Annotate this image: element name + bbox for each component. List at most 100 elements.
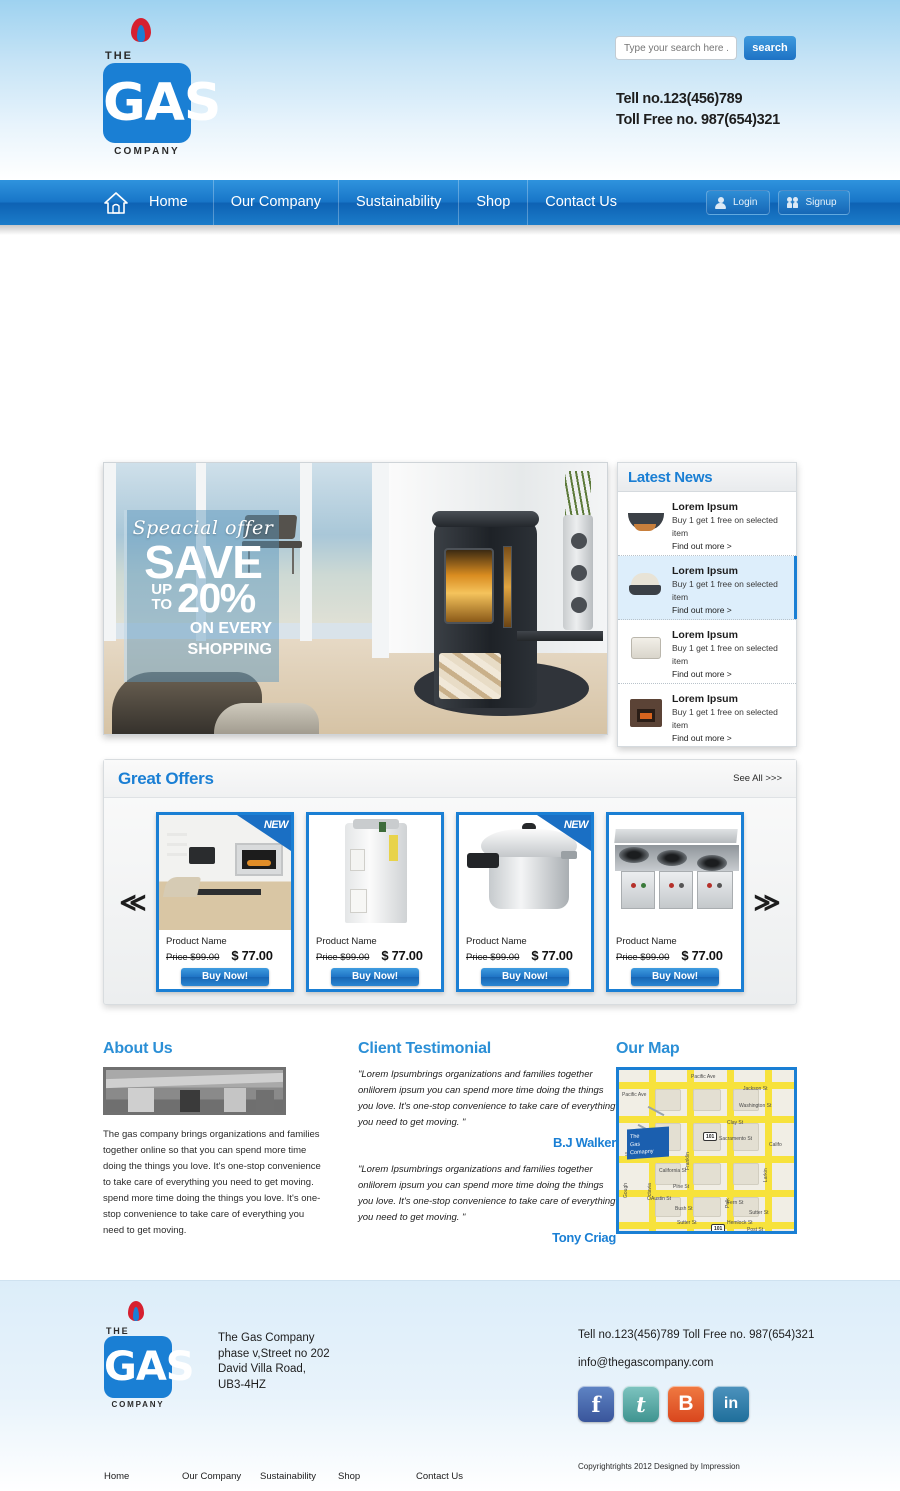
product-name: Product Name [316,935,377,947]
nav-item-contact-us[interactable]: Contact Us [527,180,634,225]
map-street-label: Califo [769,1142,782,1148]
map-street-label: Pacific Ave [691,1074,716,1080]
copyright-text: Copyrightrights 2012 Designed by Impress… [578,1462,740,1471]
hero-up-text: UP [151,581,173,598]
nav-item-shop[interactable]: Shop [458,180,527,225]
site-header: THE GAS COMPANY search Tell no.123(456)7… [0,0,900,180]
logo[interactable]: THE GAS COMPANY [103,18,221,157]
nav-item-home[interactable]: Home [137,180,213,225]
buy-now-button[interactable]: Buy Now! [481,967,569,986]
news-item-link[interactable]: Find out more > [672,668,788,681]
map-street-label: Pine St [673,1184,690,1190]
map-street-label: Austin St [651,1196,672,1202]
signup-button[interactable]: Signup [778,190,850,215]
footer-link-our-company[interactable]: Our Company [182,1471,260,1482]
footer-logo-gas: GAS [104,1336,195,1398]
product-name: Product Name [616,935,677,947]
client-testimonial-section: Client Testimonial "Lorem Ipsumbrings or… [358,1040,616,1255]
flame-icon [131,18,151,44]
map-street-label: Larkin [763,1168,769,1182]
blogger-icon[interactable]: B [668,1386,704,1422]
map-street-label: Pacific Ave [622,1092,647,1098]
news-item-link[interactable]: Find out more > [672,604,788,617]
facebook-icon[interactable]: f [578,1386,614,1422]
news-item-title: Lorem Ipsum [672,693,738,705]
our-map-section: Our Map Pacific Ave Pacific Ave Jackson … [616,1040,797,1255]
map-street-label: Sacramento St [719,1136,753,1142]
map-street-label: Octavia [647,1183,653,1200]
users-icon [787,196,799,209]
chevron-left-icon[interactable]: ≪ [116,889,150,915]
hero-row: Speacial offer SAVE UP TO 20% ON EVERY S… [103,462,797,747]
news-item-link[interactable]: Find out more > [672,540,788,553]
nav-item-our-company[interactable]: Our Company [212,180,338,225]
footer-email[interactable]: info@thegascompany.com [578,1357,814,1369]
product-card[interactable]: NEW Product Name Price $99.00 $ 77.00 Bu… [456,811,594,992]
testimonial-item: "Lorem Ipsumbrings organizations and fam… [358,1067,616,1150]
news-item-title: Lorem Ipsum [672,565,738,577]
product-old-price: Price $99.00 [616,951,670,963]
twitter-icon[interactable]: t [623,1386,659,1422]
hero-banner[interactable]: Speacial offer SAVE UP TO 20% ON EVERY S… [103,462,608,735]
footer-contact: Tell no.123(456)789 Toll Free no. 987(65… [578,1329,814,1422]
login-button[interactable]: Login [706,190,771,215]
search-input[interactable] [615,36,737,60]
footer-link-sustainability[interactable]: Sustainability [260,1471,338,1482]
news-item-link[interactable]: Find out more > [672,732,788,745]
product-image [609,814,741,930]
signup-label: Signup [805,197,837,208]
footer-logo[interactable]: THE GAS COMPANY [104,1301,195,1409]
great-offers-title: Great Offers [118,768,214,788]
footer-navigation: Home Our Company Sustainability Shop Con… [104,1471,524,1482]
product-card[interactable]: NEW Product Name Price $99.00 $ 77.00 Bu… [156,811,294,992]
map-street-label: Post St [747,1227,764,1233]
hero-upto-text: UP TO [151,582,172,617]
footer-link-home[interactable]: Home [104,1471,182,1482]
product-new-price: $ 77.00 [381,947,423,963]
hero-offer-overlay: Speacial offer SAVE UP TO 20% ON EVERY S… [124,510,279,682]
news-item[interactable]: Lorem Ipsum Buy 1 get 1 free on selected… [618,620,796,684]
search-bar: search [615,36,796,60]
see-all-link[interactable]: See All >>> [733,773,782,784]
map-street-label: Washington St [739,1103,772,1109]
search-button[interactable]: search [744,36,796,60]
footer-address-line-4: UB3-4HZ [218,1378,266,1391]
news-item-title: Lorem Ipsum [672,501,738,513]
map-street-label: Bush St [675,1206,693,1212]
news-item[interactable]: Lorem Ipsum Buy 1 get 1 free on selected… [618,684,796,748]
product-card[interactable]: Product Name Price $99.00 $ 77.00 Buy No… [306,811,444,992]
login-label: Login [733,197,758,208]
new-badge: NEW [537,814,591,851]
product-new-price: $ 77.00 [531,947,573,963]
highway-shield: 101 [711,1224,726,1231]
new-badge-label: NEW [263,818,289,831]
footer-company-name: The Gas Company [218,1332,315,1344]
footer-address: The Gas Company phase v,Street no 202 Da… [218,1331,330,1393]
product-old-price: Price $99.00 [166,951,220,963]
home-icon[interactable] [95,180,137,225]
fireplace-icon [628,697,664,729]
product-card[interactable]: Product Name Price $99.00 $ 77.00 Buy No… [606,811,744,992]
testimonial-quote: "Lorem Ipsumbrings organizations and fam… [358,1069,616,1128]
map-street-label: Jackson St [743,1086,768,1092]
chevron-right-icon[interactable]: ≫ [750,889,784,915]
about-us-image [103,1067,286,1115]
map-street-label: Sutter St [749,1210,769,1216]
buy-now-button[interactable]: Buy Now! [181,967,269,986]
map-image[interactable]: Pacific Ave Pacific Ave Jackson St Washi… [616,1067,797,1234]
news-item[interactable]: Lorem Ipsum Buy 1 get 1 free on selected… [618,492,796,556]
buy-now-button[interactable]: Buy Now! [331,967,419,986]
about-us-title: About Us [103,1040,173,1057]
nav-item-sustainability[interactable]: Sustainability [337,180,458,225]
map-street-label: Hemlock St [727,1220,753,1226]
buy-now-button[interactable]: Buy Now! [631,967,719,986]
product-name: Product Name [466,935,527,947]
footer-link-contact-us[interactable]: Contact Us [416,1471,494,1482]
linkedin-icon[interactable]: in [713,1386,749,1422]
news-item[interactable]: Lorem Ipsum Buy 1 get 1 free on selected… [618,556,797,620]
map-street-label: Clay St [727,1120,744,1126]
testimonial-author: Tony Criag [552,1230,616,1245]
footer-link-shop[interactable]: Shop [338,1471,416,1482]
latest-news-title: Latest News [618,463,796,492]
header-tel: Tell no.123(456)789 [616,91,743,107]
